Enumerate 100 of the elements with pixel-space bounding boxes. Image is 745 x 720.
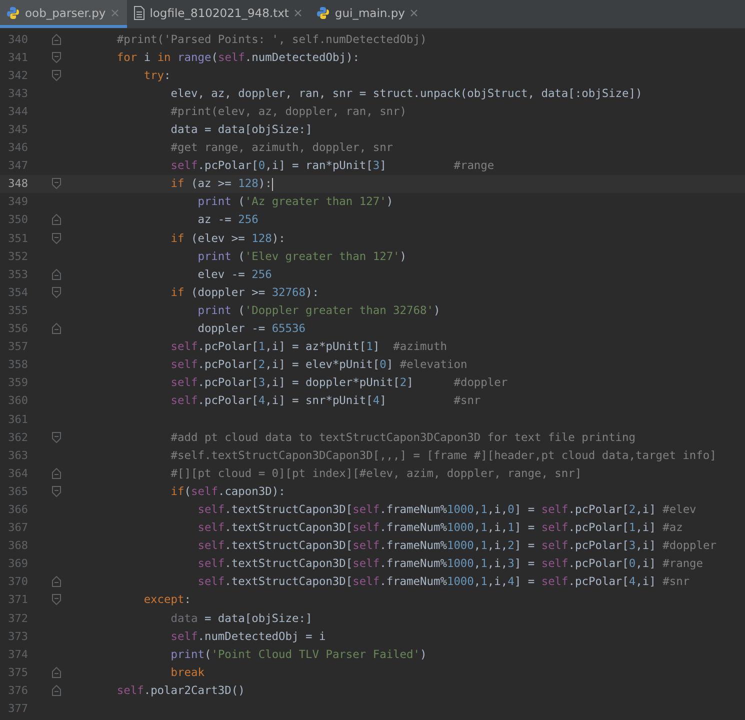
code-line: #self.textStructCapon3DCapon3D[,,,] = [frame #][header,pt cloud data,target info] [170, 448, 716, 462]
code-line: #get range, azimuth, doppler, snr [170, 141, 394, 154]
code-line: #print(elev, az, doppler, ran, snr) [170, 104, 407, 118]
code-line: #[][pt cloud = 0][pt index][#elev, azim, doppler, range, snr] [170, 466, 582, 480]
line-number: 377 [7, 702, 28, 716]
line-number: 357 [7, 340, 28, 354]
code-line: if(self.capon3D): [170, 484, 286, 498]
code-line: self.textStructCapon3D[self.frameNum%1000,1,i,0] = self.pcPolar[2,i] #elev [196, 502, 696, 516]
fold-marker-icon[interactable] [52, 684, 61, 696]
code-line: elev -= 256 [196, 268, 272, 281]
code-line: self.textStructCapon3D[self.frameNum%1000,1,i,2] = self.pcPolar[3,i] #doppler [196, 539, 716, 552]
line-number: 372 [7, 612, 28, 625]
line-number: 367 [7, 521, 28, 534]
line-number: 359 [7, 376, 28, 390]
line-number: 349 [7, 195, 28, 208]
fold-marker-icon[interactable] [52, 576, 61, 588]
code-line: for i in range(self.numDetectedObj): [116, 50, 360, 64]
text-file-icon [132, 6, 145, 20]
code-line: self.pcPolar[4,i] = snr*pUnit[4] #snr [170, 394, 481, 408]
line-number: 346 [7, 141, 28, 154]
line-number: 340 [7, 32, 28, 46]
code-line: self.pcPolar[1,i] = az*pUnit[1] #azimuth [170, 340, 447, 354]
line-number: 351 [7, 232, 28, 245]
code-line: try: [142, 68, 171, 82]
code-line: print ('Az greater than 127') [196, 195, 394, 208]
line-number: 348 [7, 177, 28, 190]
line-number: 345 [7, 123, 28, 136]
file-tab[interactable]: logfile_8102021_948.txt [126, 0, 310, 28]
line-number: 352 [7, 250, 28, 263]
fold-marker-icon[interactable] [52, 666, 61, 678]
code-line: az -= 256 [196, 213, 258, 226]
line-number: 371 [7, 593, 28, 606]
code-line: elev, az, doppler, ran, snr = struct.unpack(objStruct, data[:objSize]) [170, 86, 642, 100]
line-number: 344 [7, 104, 28, 118]
code-line: #add pt cloud data to textStructCapon3DCapon3D for text file printing [170, 430, 636, 444]
code-line: #print('Parsed Points: ', self.numDetectedObj) [116, 32, 427, 46]
line-number: 360 [7, 394, 28, 408]
line-number: 356 [7, 322, 28, 336]
close-icon[interactable] [294, 8, 302, 16]
line-number: 362 [7, 430, 28, 444]
fold-marker-icon[interactable] [52, 432, 61, 443]
code-line: self.pcPolar[3,i] = doppler*pUnit[2] #doppler [170, 376, 508, 390]
line-number: 363 [7, 448, 28, 462]
code-line: self.pcPolar[0,i] = ran*pUnit[3] #range [170, 159, 494, 172]
line-number: 373 [7, 630, 28, 643]
line-number: 355 [7, 304, 28, 317]
line-number: 376 [7, 684, 28, 697]
line-number: 361 [7, 412, 28, 426]
line-number: 368 [7, 539, 28, 552]
line-number: 342 [7, 68, 28, 82]
fold-marker-icon[interactable] [52, 214, 61, 226]
line-number: 343 [7, 86, 28, 100]
fold-marker-icon[interactable] [52, 268, 61, 280]
text-caret [272, 178, 273, 191]
fold-marker-icon[interactable] [52, 34, 61, 45]
code-line: data = data[objSize:] [170, 612, 312, 625]
line-number: 341 [7, 50, 28, 64]
code-line: print('Point Cloud TLV Parser Failed') [170, 648, 427, 661]
code-line: self.numDetectedObj = i [170, 630, 326, 643]
fold-marker-icon[interactable] [52, 468, 61, 479]
line-number: 369 [7, 557, 28, 570]
code-line: doppler -= 65536 [196, 322, 306, 336]
code-line: self.polar2Cart3D() [116, 684, 245, 697]
line-number: 365 [7, 484, 28, 498]
fold-marker-icon[interactable] [52, 178, 61, 190]
code-line: print ('Doppler greater than 32768') [196, 304, 440, 317]
code-line: data = data[objSize:] [170, 123, 312, 136]
line-number: 358 [7, 358, 28, 372]
line-number: 375 [7, 666, 28, 679]
file-tab[interactable]: gui_main.py [310, 0, 426, 28]
line-number: 350 [7, 213, 28, 226]
python-file-icon [316, 6, 330, 20]
code-line: self.pcPolar[2,i] = elev*pUnit[0] #elevation [170, 358, 468, 372]
close-icon[interactable] [410, 8, 418, 16]
file-tab[interactable]: oob_parser.py [0, 0, 127, 28]
line-number: 353 [7, 268, 28, 281]
fold-marker-icon[interactable] [52, 594, 61, 606]
fold-marker-icon[interactable] [52, 52, 61, 63]
code-line: self.textStructCapon3D[self.frameNum%1000,1,i,3] = self.pcPolar[0,i] #range [196, 557, 704, 570]
line-number: 364 [7, 466, 28, 480]
line-number: 370 [7, 575, 28, 588]
line-number: 354 [7, 286, 28, 299]
close-icon[interactable] [110, 8, 119, 16]
code-line: print ('Elev greater than 127') [196, 250, 407, 263]
line-number: 374 [7, 648, 28, 661]
code-line: self.textStructCapon3D[self.frameNum%1000,1,i,4] = self.pcPolar[4,i] #snr [196, 575, 690, 588]
fold-marker-icon[interactable] [52, 323, 61, 334]
code-line: except: [142, 593, 191, 606]
fold-marker-icon[interactable] [52, 70, 61, 81]
code-line: break [170, 666, 204, 679]
code-line: self.textStructCapon3D[self.frameNum%1000,1,i,1] = self.pcPolar[1,i] #az [196, 521, 683, 534]
code-line: if (elev >= 128): [170, 232, 286, 245]
code-line: if (az >= 128): [170, 177, 273, 191]
code-line: if (doppler >= 32768): [170, 286, 319, 299]
fold-marker-icon[interactable] [52, 286, 61, 298]
python-file-icon [6, 6, 20, 20]
fold-marker-icon[interactable] [52, 486, 61, 497]
line-number: 366 [7, 502, 28, 516]
fold-marker-icon[interactable] [52, 232, 61, 244]
line-number: 347 [7, 159, 28, 172]
